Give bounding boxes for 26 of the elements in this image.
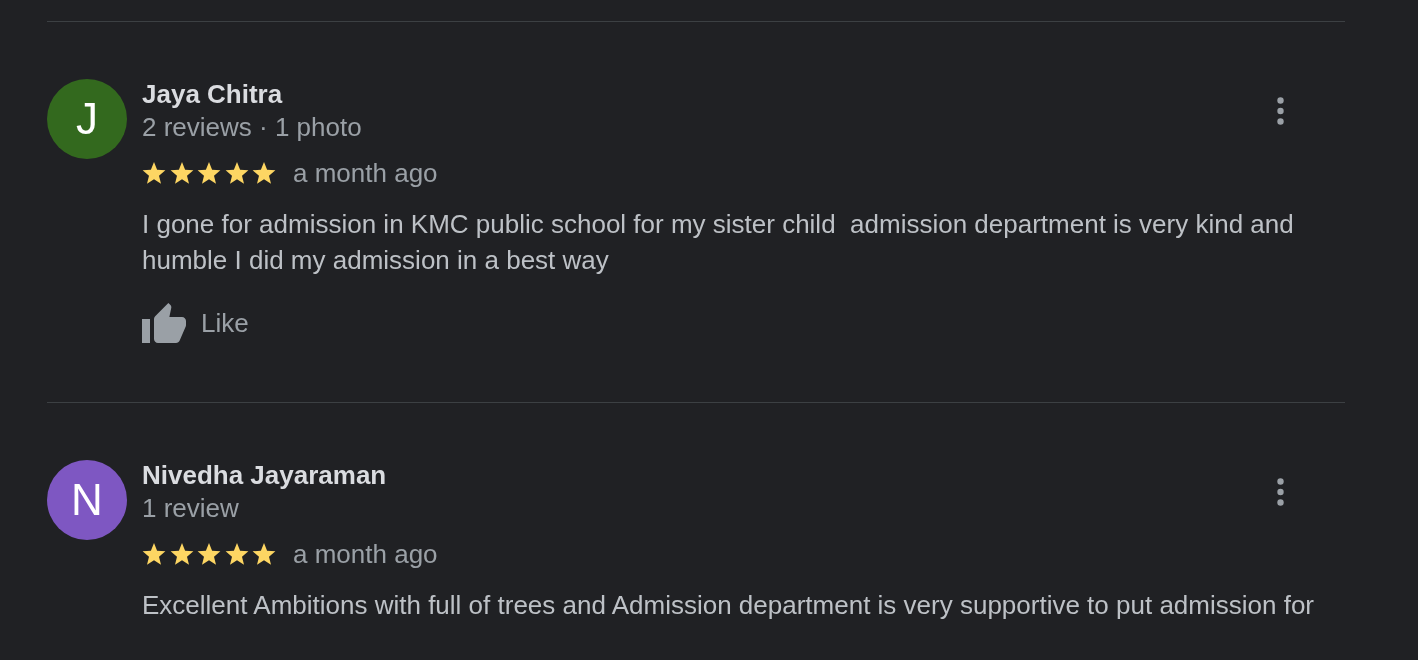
avatar: J xyxy=(47,79,127,159)
star-icon xyxy=(252,542,276,566)
reviewer-name[interactable]: Jaya Chitra xyxy=(142,78,283,110)
reviewer-name[interactable]: Nivedha Jayaraman xyxy=(142,459,387,491)
star-icon xyxy=(142,542,166,566)
star-icon xyxy=(142,161,166,185)
star-icon xyxy=(224,161,249,185)
like-button[interactable]: Like xyxy=(142,300,249,346)
reviewer-stats: 2 reviews · 1 photo xyxy=(142,111,362,144)
avatar: N xyxy=(47,460,127,540)
review-text: Excellent Ambitions with full of trees and Admission department is very supportive to put admission for xyxy=(142,589,1315,622)
star-icon xyxy=(252,161,276,185)
more-vert-icon xyxy=(1277,478,1284,506)
review-time: a month ago xyxy=(293,158,438,188)
review-time: a month ago xyxy=(293,539,438,569)
star-icon xyxy=(224,542,249,566)
star-icon xyxy=(197,542,221,566)
reviewer-stats: 1 review xyxy=(142,492,239,525)
star-icon xyxy=(169,161,194,185)
more-options-button[interactable] xyxy=(1277,97,1284,125)
star-icon xyxy=(197,161,221,185)
more-vert-icon xyxy=(1277,97,1284,125)
review-text: I gone for admission in KMC public school for my sister child admission department is very kind and humble I did my admission in a best way xyxy=(142,208,1295,277)
thumbs-up-icon xyxy=(142,303,186,343)
star-icon xyxy=(169,542,194,566)
more-options-button[interactable] xyxy=(1277,478,1284,506)
